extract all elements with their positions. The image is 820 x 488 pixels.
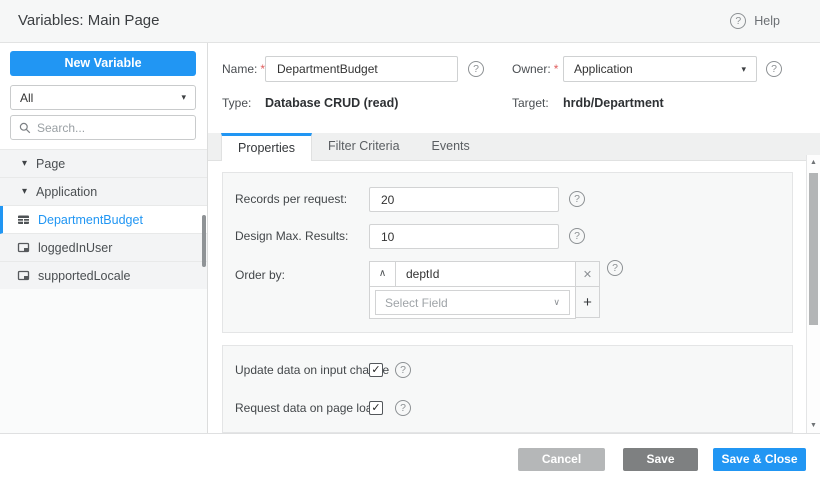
dialog-footer: Cancel Save Save & Close [0, 433, 820, 488]
order-by-actions: ✕ + [576, 261, 600, 319]
variable-tree: ▾ Page ▾ Application DepartmentBudget lo… [0, 149, 207, 290]
update-on-input-change-help-icon[interactable]: ? [395, 362, 411, 378]
save-button[interactable]: Save [623, 448, 698, 471]
variable-type-filter-dropdown[interactable]: All ▾ [10, 85, 196, 110]
dialog-header: Variables: Main Page ? Help [0, 0, 820, 43]
search-box [10, 115, 196, 140]
tree-item-label: loggedInUser [38, 240, 113, 255]
sort-direction-toggle[interactable]: ∧ [370, 262, 396, 286]
request-on-page-load-label: Request data on page load [235, 401, 380, 415]
target-value: hrdb/Department [563, 96, 664, 110]
tree-group-application[interactable]: ▾ Application [0, 178, 207, 206]
order-by-control: ∧ Select Field ∨ ✕ + [369, 261, 600, 319]
owner-label: Owner: * [512, 62, 559, 76]
tab-bar: Properties Filter Criteria Events [208, 133, 820, 161]
chevron-down-icon: ∨ [553, 297, 560, 307]
scroll-down-arrow[interactable]: ▼ [807, 422, 820, 429]
required-marker: * [553, 62, 559, 76]
tree-item-supportedlocale[interactable]: supportedLocale [0, 262, 207, 290]
select-field-placeholder: Select Field [385, 295, 448, 310]
caret-down-icon: ▾ [22, 157, 28, 169]
cancel-button[interactable]: Cancel [518, 448, 605, 471]
new-variable-button[interactable]: New Variable [10, 51, 196, 76]
filter-selected-value: All [20, 90, 34, 105]
tree-item-departmentbudget[interactable]: DepartmentBudget [0, 206, 207, 234]
behavior-panel: Update data on input change ✓ ? Request … [222, 345, 793, 433]
plus-icon: + [583, 293, 592, 311]
help-button[interactable]: ? Help [730, 0, 780, 42]
request-on-page-load-help-icon[interactable]: ? [395, 400, 411, 416]
help-label: Help [754, 14, 780, 28]
name-input[interactable] [265, 56, 458, 82]
tree-item-loggedinuser[interactable]: loggedInUser [0, 234, 207, 262]
tree-group-page[interactable]: ▾ Page [0, 150, 207, 178]
search-input[interactable] [37, 120, 187, 135]
update-on-input-change-label: Update data on input change [235, 363, 390, 377]
sidebar-scrollbar-thumb[interactable] [202, 215, 206, 267]
owner-selected-value: Application [574, 62, 633, 76]
tree-group-label: Application [36, 184, 98, 199]
design-max-results-input[interactable] [369, 224, 559, 249]
chevron-up-icon: ∧ [378, 268, 387, 279]
records-per-request-input[interactable] [369, 187, 559, 212]
tree-item-label: DepartmentBudget [38, 212, 143, 227]
check-icon: ✓ [371, 363, 381, 376]
chevron-down-icon: ▾ [181, 92, 186, 102]
variables-dialog: Variables: Main Page ? Help New Variable… [0, 0, 820, 488]
save-and-close-button[interactable]: Save & Close [713, 448, 806, 471]
content-scrollbar: ▲ ▼ [806, 155, 820, 433]
add-order-field-button[interactable]: + [576, 287, 600, 318]
order-by-field-input[interactable] [396, 262, 575, 286]
help-icon: ? [730, 13, 747, 29]
page-title: Variables: Main Page [18, 12, 160, 29]
records-per-request-label: Records per request: [235, 192, 348, 206]
tree-group-label: Page [36, 156, 66, 171]
check-icon: ✓ [371, 401, 381, 414]
name-help-icon[interactable]: ? [468, 61, 484, 77]
close-icon: ✕ [582, 268, 593, 281]
target-label: Target: [512, 96, 549, 110]
chevron-down-icon: ▾ [741, 63, 746, 74]
properties-tab-content: Records per request: ? Design Max. Resul… [208, 161, 806, 433]
remove-order-field-button[interactable]: ✕ [576, 261, 600, 287]
owner-help-icon[interactable]: ? [766, 61, 782, 77]
tab-filter-criteria[interactable]: Filter Criteria [312, 133, 416, 160]
tree-item-label: supportedLocale [38, 268, 131, 283]
static-variable-icon [17, 241, 30, 254]
tab-events[interactable]: Events [416, 133, 486, 160]
name-label: Name: * [222, 62, 266, 76]
search-icon [19, 122, 31, 134]
variables-sidebar: New Variable All ▾ ▾ Page ▾ Application [0, 43, 208, 433]
select-field-dropdown[interactable]: Select Field ∨ [375, 290, 570, 315]
content-scrollbar-thumb[interactable] [809, 173, 818, 325]
order-by-entry-row: ∧ [370, 262, 575, 287]
type-label: Type: [222, 96, 252, 110]
order-by-label: Order by: [235, 268, 286, 282]
sidebar-empty-area [0, 289, 207, 433]
order-by-add-row: Select Field ∨ [370, 287, 575, 318]
data-settings-panel: Records per request: ? Design Max. Resul… [222, 172, 793, 333]
request-on-page-load-checkbox[interactable]: ✓ [369, 401, 383, 415]
order-by-help-icon[interactable]: ? [607, 260, 623, 276]
owner-select[interactable]: Application ▾ [563, 56, 757, 82]
update-on-input-change-checkbox[interactable]: ✓ [369, 363, 383, 377]
tab-properties[interactable]: Properties [221, 133, 312, 161]
records-per-request-help-icon[interactable]: ? [569, 191, 585, 207]
design-max-results-label: Design Max. Results: [235, 229, 349, 243]
caret-down-icon: ▾ [22, 185, 28, 197]
design-max-results-help-icon[interactable]: ? [569, 228, 585, 244]
order-by-rows: ∧ Select Field ∨ [369, 261, 576, 319]
crud-variable-icon [17, 213, 30, 226]
static-variable-icon [17, 269, 30, 282]
scroll-up-arrow[interactable]: ▲ [807, 159, 820, 166]
type-value: Database CRUD (read) [265, 96, 399, 110]
